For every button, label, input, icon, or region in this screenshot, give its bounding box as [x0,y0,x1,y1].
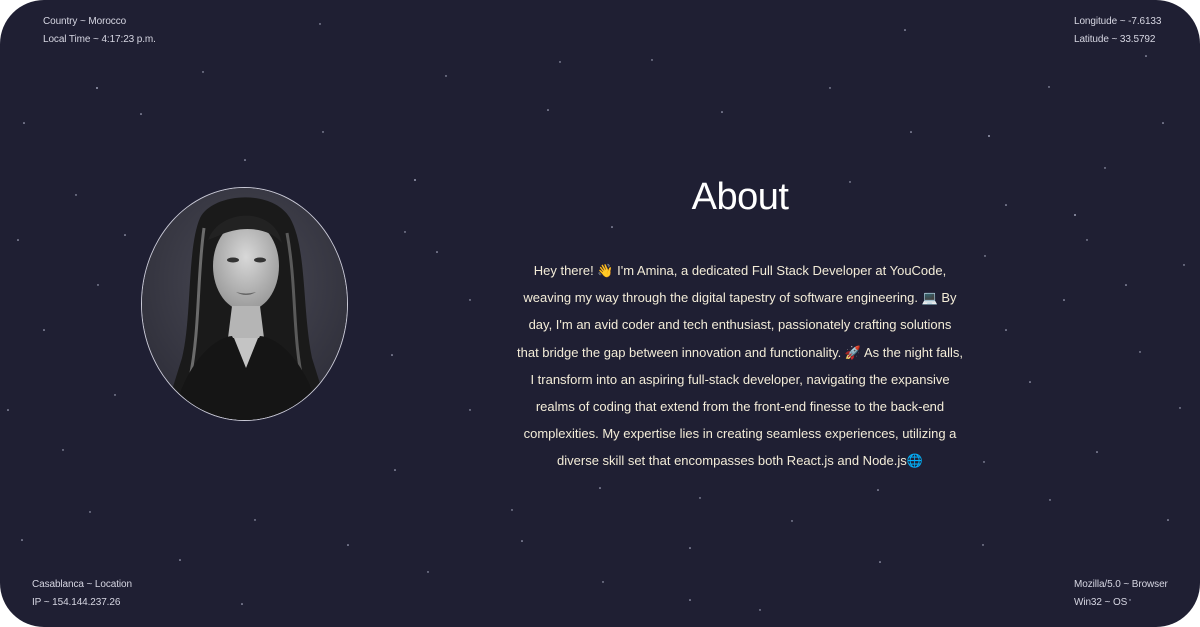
local-time-info: Local Time ~ 4:17:23 p.m. [43,34,156,45]
browser-info: Mozilla/5.0 ~ Browser [1074,579,1168,590]
country-info: Country ~ Morocco [43,16,127,27]
about-heading: About [691,176,789,218]
page-frame: Country ~ Morocco Local Time ~ 4:17:23 p… [0,0,1200,627]
info-top-right: Longitude ~ -7.6133 Latitude ~ 33.5792 [1074,13,1161,49]
info-bottom-right: Mozilla/5.0 ~ Browser Win32 ~ OS [1074,576,1168,612]
os-info: Win32 ~ OS [1074,597,1128,608]
longitude-info: Longitude ~ -7.6133 [1074,16,1162,27]
about-paragraph: Hey there! 👋 I'm Amina, a dedicated Full… [517,263,963,469]
latitude-info: Latitude ~ 33.5792 [1074,34,1156,45]
info-top-left: Country ~ Morocco Local Time ~ 4:17:23 p… [43,13,156,49]
location-info: Casablanca ~ Location [32,579,132,590]
info-bottom-left: Casablanca ~ Location IP ~ 154.144.237.2… [32,576,132,612]
ip-info: IP ~ 154.144.237.26 [32,597,121,608]
profile-photo [141,187,348,421]
